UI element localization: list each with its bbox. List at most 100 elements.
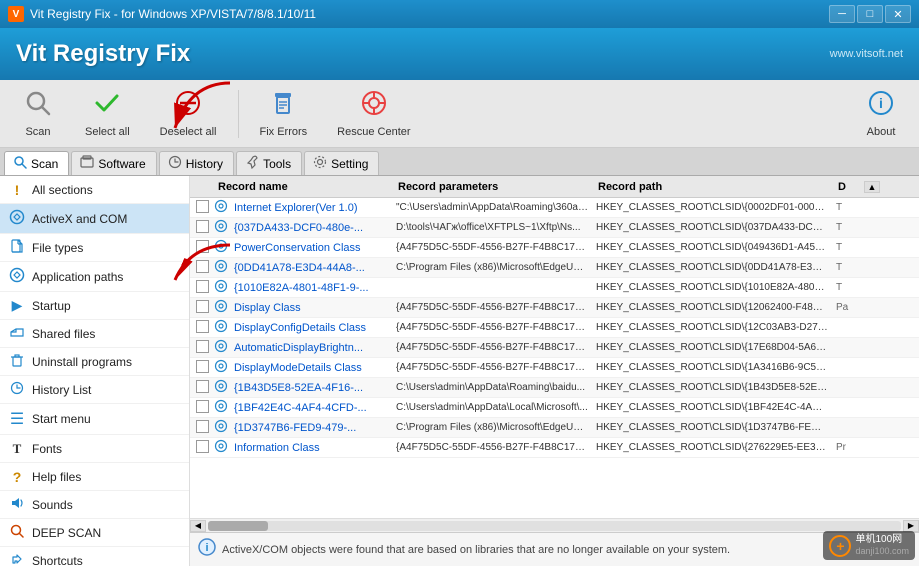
about-icon: i	[867, 89, 895, 124]
deselect-all-icon	[174, 89, 202, 124]
row-checkbox-2[interactable]	[190, 240, 214, 256]
checkbox-5[interactable]	[196, 300, 209, 313]
checkbox-11[interactable]	[196, 420, 209, 433]
table-row[interactable]: DisplayConfigDetails Class {A4F75D5C-55D…	[190, 318, 919, 338]
checkbox-1[interactable]	[196, 220, 209, 233]
checkbox-0[interactable]	[196, 200, 209, 213]
sidebar-item-app-paths[interactable]: Application paths	[0, 262, 189, 292]
row-settings-icon-4[interactable]	[214, 279, 232, 296]
table-row[interactable]: Information Class {A4F75D5C-55DF-4556-B2…	[190, 438, 919, 458]
tab-history[interactable]: History	[159, 151, 234, 175]
row-settings-icon-7[interactable]	[214, 339, 232, 356]
row-params-0: "C:\Users\admin\AppData\Roaming\360ai...	[392, 202, 592, 213]
row-settings-icon-1[interactable]	[214, 219, 232, 236]
row-settings-icon-9[interactable]	[214, 379, 232, 396]
tab-setting[interactable]: Setting	[304, 151, 379, 175]
row-checkbox-12[interactable]	[190, 440, 214, 456]
select-all-button[interactable]: Select all	[72, 86, 143, 142]
scroll-track[interactable]	[208, 521, 901, 531]
checkbox-8[interactable]	[196, 360, 209, 373]
checkbox-4[interactable]	[196, 280, 209, 293]
row-checkbox-8[interactable]	[190, 360, 214, 376]
row-settings-icon-10[interactable]	[214, 399, 232, 416]
badge-text: 单机100网	[855, 534, 909, 546]
row-checkbox-11[interactable]	[190, 420, 214, 436]
col-header-name: Record name	[214, 181, 394, 193]
tab-scan-icon	[13, 155, 27, 172]
row-checkbox-6[interactable]	[190, 320, 214, 336]
sidebar-item-uninstall[interactable]: Uninstall programs	[0, 348, 189, 376]
table-row[interactable]: {1BF42E4C-4AF4-4CFD-... C:\Users\admin\A…	[190, 398, 919, 418]
deep-scan-icon	[8, 524, 26, 541]
row-name-0: Internet Explorer(Ver 1.0)	[232, 202, 392, 214]
sidebar-item-startup[interactable]: ▶ Startup	[0, 292, 189, 320]
sidebar-item-deep-scan[interactable]: DEEP SCAN	[0, 519, 189, 547]
checkbox-7[interactable]	[196, 340, 209, 353]
row-checkbox-9[interactable]	[190, 380, 214, 396]
sidebar-item-shared-files[interactable]: Shared files	[0, 320, 189, 348]
sidebar-item-shortcuts[interactable]: Shortcuts	[0, 547, 189, 566]
table-row[interactable]: {1010E82A-4801-48F1-9-... HKEY_CLASSES_R…	[190, 278, 919, 298]
close-button[interactable]: ✕	[885, 5, 911, 23]
scroll-left-button[interactable]: ◀	[190, 520, 206, 532]
content-area: Record name Record parameters Record pat…	[190, 176, 919, 566]
checkbox-12[interactable]	[196, 440, 209, 453]
row-checkbox-7[interactable]	[190, 340, 214, 356]
checkbox-6[interactable]	[196, 320, 209, 333]
row-settings-icon-3[interactable]	[214, 259, 232, 276]
row-checkbox-0[interactable]	[190, 200, 214, 216]
row-checkbox-4[interactable]	[190, 280, 214, 296]
tab-scan[interactable]: Scan	[4, 151, 69, 175]
row-checkbox-5[interactable]	[190, 300, 214, 316]
sidebar-item-file-types[interactable]: File types	[0, 234, 189, 262]
deselect-all-button[interactable]: Deselect all	[147, 86, 230, 142]
rescue-center-button[interactable]: Rescue Center	[324, 86, 423, 142]
checkbox-2[interactable]	[196, 240, 209, 253]
row-settings-icon-12[interactable]	[214, 439, 232, 456]
fix-errors-button[interactable]: Fix Errors	[247, 86, 321, 142]
table-row[interactable]: AutomaticDisplayBrightn... {A4F75D5C-55D…	[190, 338, 919, 358]
tab-software[interactable]: Software	[71, 151, 156, 175]
row-settings-icon-0[interactable]	[214, 199, 232, 216]
table-row[interactable]: {1B43D5E8-52EA-4F16-... C:\Users\admin\A…	[190, 378, 919, 398]
row-settings-icon-5[interactable]	[214, 299, 232, 316]
sidebar-item-start-menu[interactable]: ☰ Start menu	[0, 404, 189, 435]
table-row[interactable]: {037DA433-DCF0-480e-... D:\tools\ЧАГж\of…	[190, 218, 919, 238]
row-checkbox-10[interactable]	[190, 400, 214, 416]
sidebar-item-fonts[interactable]: T Fonts	[0, 435, 189, 463]
col-header-params: Record parameters	[394, 181, 594, 193]
scan-button[interactable]: Scan	[8, 86, 68, 142]
row-settings-icon-2[interactable]	[214, 239, 232, 256]
title-bar: V Vit Registry Fix - for Windows XP/VIST…	[0, 0, 919, 28]
scroll-right-button[interactable]: ▶	[903, 520, 919, 532]
row-checkbox-1[interactable]	[190, 220, 214, 236]
table-row[interactable]: {1D3747B6-FED9-479-... C:\Program Files …	[190, 418, 919, 438]
minimize-button[interactable]: ─	[829, 5, 855, 23]
table-row[interactable]: Display Class {A4F75D5C-55DF-4556-B27F-F…	[190, 298, 919, 318]
checkbox-3[interactable]	[196, 260, 209, 273]
sidebar-item-activex[interactable]: ActiveX and COM	[0, 204, 189, 234]
sidebar-item-history-list[interactable]: History List	[0, 376, 189, 404]
scroll-up-button[interactable]: ▲	[864, 181, 880, 193]
maximize-button[interactable]: □	[857, 5, 883, 23]
row-d-4: T	[832, 282, 862, 293]
table-row[interactable]: DisplayModeDetails Class {A4F75D5C-55DF-…	[190, 358, 919, 378]
sidebar-item-all-sections[interactable]: ! All sections	[0, 176, 189, 204]
row-settings-icon-8[interactable]	[214, 359, 232, 376]
tab-tools[interactable]: Tools	[236, 151, 302, 175]
row-settings-icon-11[interactable]	[214, 419, 232, 436]
row-checkbox-3[interactable]	[190, 260, 214, 276]
scroll-thumb[interactable]	[208, 521, 268, 531]
row-d-2: T	[832, 242, 862, 253]
sidebar-item-help-files[interactable]: ? Help files	[0, 463, 189, 491]
table-row[interactable]: Internet Explorer(Ver 1.0) "C:\Users\adm…	[190, 198, 919, 218]
table-row[interactable]: PowerConservation Class {A4F75D5C-55DF-4…	[190, 238, 919, 258]
horizontal-scrollbar[interactable]: ◀ ▶	[190, 518, 919, 532]
checkbox-9[interactable]	[196, 380, 209, 393]
about-button[interactable]: i About	[851, 86, 911, 142]
sidebar-item-sounds[interactable]: Sounds	[0, 491, 189, 519]
table-row[interactable]: {0DD41A78-E3D4-44A8-... C:\Program Files…	[190, 258, 919, 278]
checkbox-10[interactable]	[196, 400, 209, 413]
row-settings-icon-6[interactable]	[214, 319, 232, 336]
tab-tools-icon	[245, 155, 259, 172]
